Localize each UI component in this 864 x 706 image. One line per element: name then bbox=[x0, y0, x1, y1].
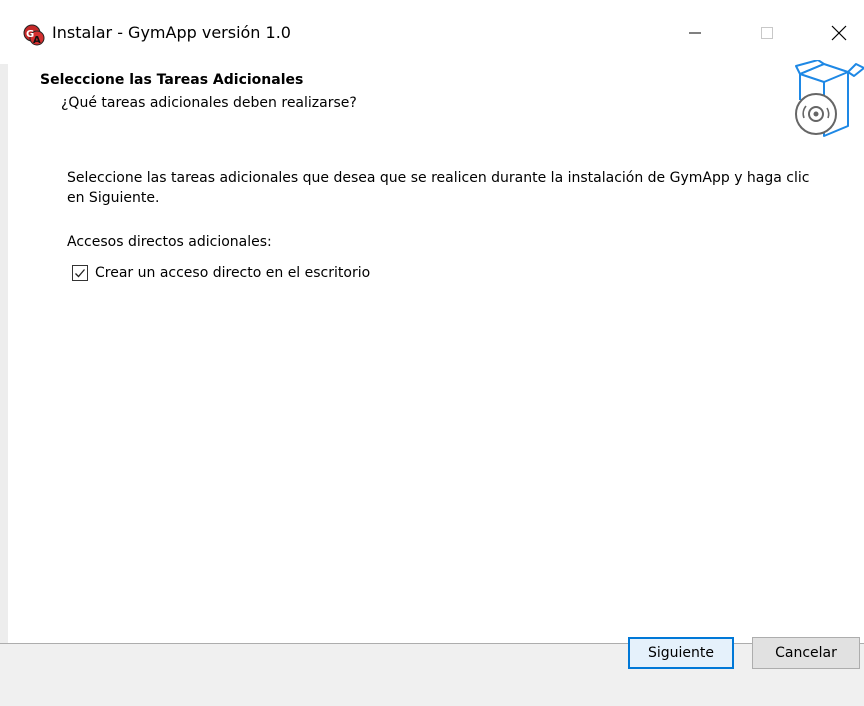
description-text: Seleccione las tareas adicionales que de… bbox=[67, 170, 810, 206]
minimize-icon bbox=[689, 32, 701, 34]
svg-text:A: A bbox=[33, 35, 41, 46]
maximize-button[interactable] bbox=[744, 16, 790, 50]
desktop-shortcut-checkbox[interactable] bbox=[72, 265, 88, 281]
box-with-disc-icon bbox=[788, 59, 864, 140]
left-edge-strip bbox=[0, 64, 8, 644]
checkmark-icon bbox=[75, 269, 85, 278]
minimize-button[interactable] bbox=[672, 16, 718, 50]
maximize-icon bbox=[761, 27, 773, 39]
next-button[interactable]: Siguiente bbox=[628, 637, 734, 669]
desktop-shortcut-label: Crear un acceso directo en el escritorio bbox=[95, 265, 371, 281]
gymapp-installer-icon: G A bbox=[23, 24, 45, 46]
close-icon bbox=[831, 25, 847, 41]
page-title: Seleccione las Tareas Adicionales bbox=[40, 72, 304, 88]
desktop-shortcut-option[interactable]: Crear un acceso directo en el escritorio bbox=[72, 262, 370, 284]
cancel-button[interactable]: Cancelar bbox=[752, 637, 860, 669]
title-bar[interactable]: G A Instalar - GymApp versión 1.0 bbox=[0, 0, 864, 64]
window-title: Instalar - GymApp versión 1.0 bbox=[52, 23, 291, 42]
shortcuts-group-label: Accesos directos adicionales: bbox=[67, 234, 272, 250]
page-subtitle: ¿Qué tareas adicionales deben realizarse… bbox=[61, 95, 357, 111]
close-button[interactable] bbox=[816, 16, 862, 50]
footer-bar bbox=[0, 643, 864, 706]
